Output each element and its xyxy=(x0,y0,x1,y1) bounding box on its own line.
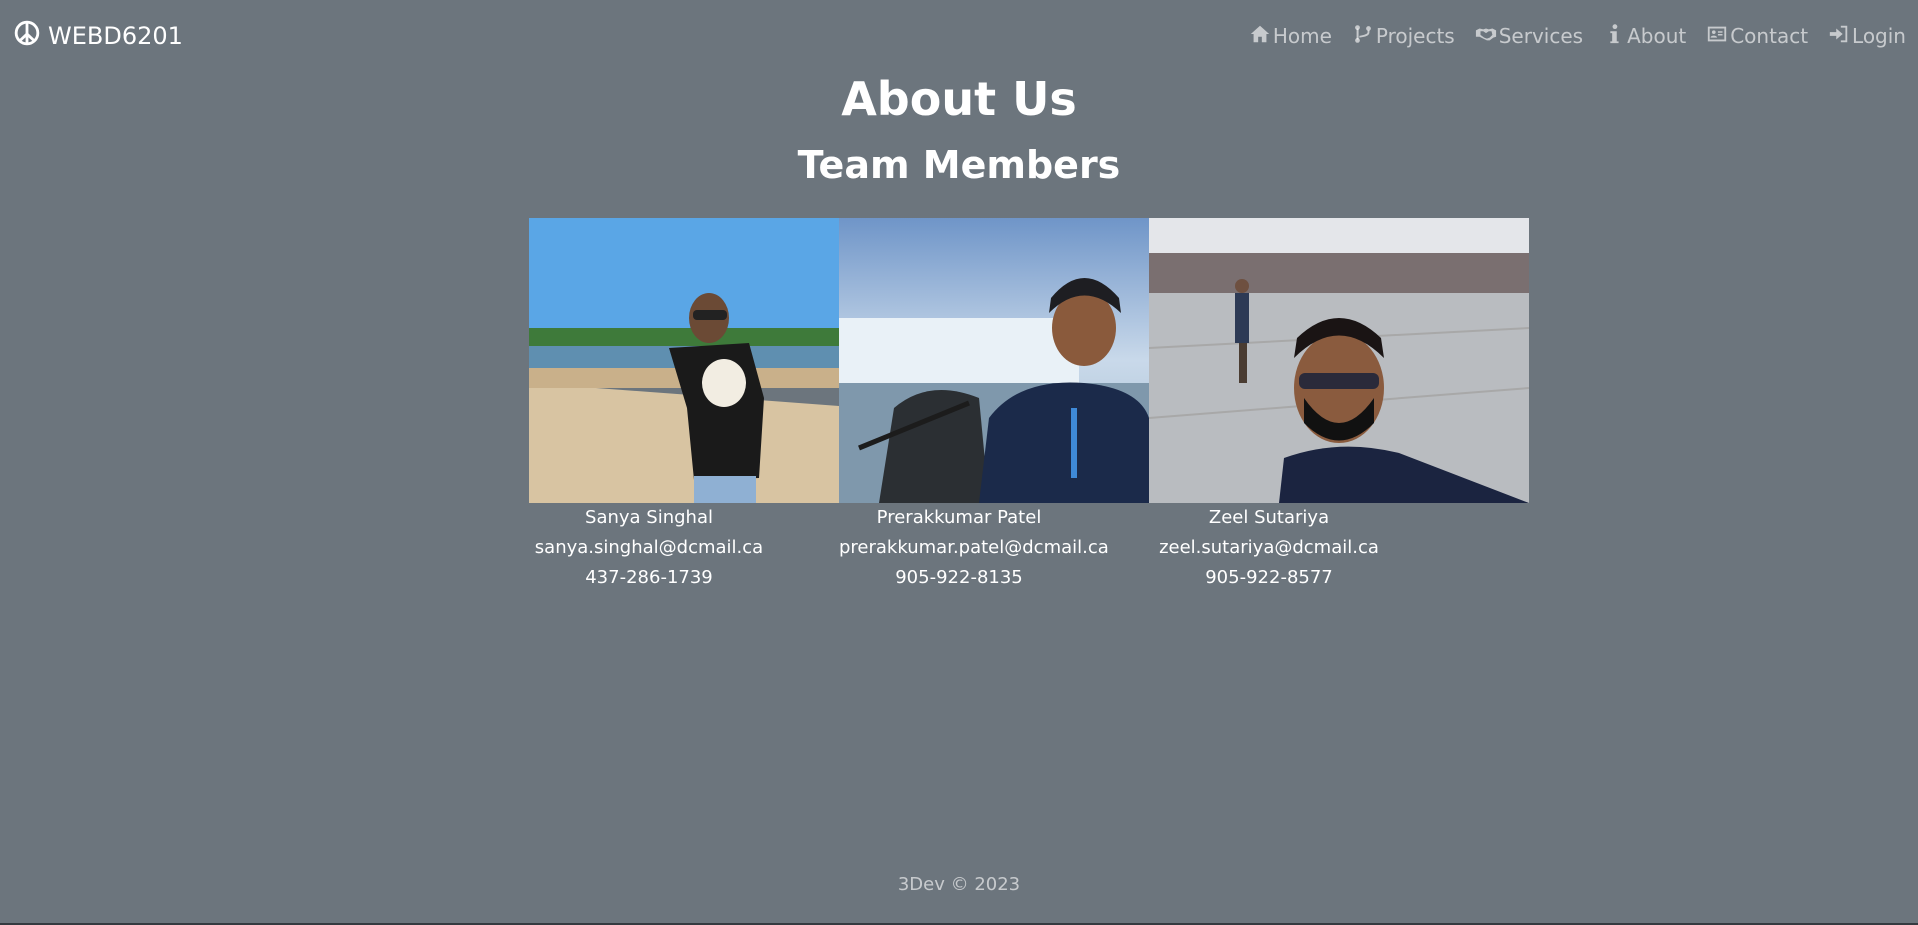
nav-about-label: About xyxy=(1627,24,1687,48)
member-info: Zeel Sutariya zeel.sutariya@dcmail.ca 90… xyxy=(1149,503,1389,593)
member-email: prerakkumar.patel@dcmail.ca xyxy=(839,537,1109,558)
nav-home-label: Home xyxy=(1272,24,1332,48)
brand-label: WEBD6201 xyxy=(48,22,183,50)
member-phone: 905-922-8135 xyxy=(895,567,1023,588)
handshake-icon xyxy=(1475,23,1497,50)
member-photo xyxy=(529,218,839,503)
contact-card-icon xyxy=(1706,23,1728,50)
member-name: Zeel Sutariya xyxy=(1208,507,1330,528)
nav-services-label: Services xyxy=(1498,24,1584,48)
footer: 3Dev © 2023 xyxy=(0,874,1918,895)
section-title: Team Members xyxy=(797,143,1121,187)
member-card: Zeel Sutariya zeel.sutariya@dcmail.ca 90… xyxy=(1149,218,1529,593)
nav-login-link[interactable]: Login xyxy=(1828,23,1906,50)
nav-contact-link[interactable]: Contact xyxy=(1706,23,1808,50)
member-name: Prerakkumar Patel xyxy=(876,507,1042,528)
member-phone: 437-286-1739 xyxy=(585,567,713,588)
member-card: Sanya Singhal sanya.singhal@dcmail.ca 43… xyxy=(529,218,839,593)
member-photo xyxy=(1149,218,1529,503)
info-icon xyxy=(1603,23,1625,50)
nav-projects-link[interactable]: Projects xyxy=(1352,23,1455,50)
member-email: sanya.singhal@dcmail.ca xyxy=(534,537,764,558)
navbar: WEBD6201 Home Projects Services About Co… xyxy=(0,0,1918,72)
sign-in-icon xyxy=(1828,23,1850,50)
code-branch-icon xyxy=(1352,23,1374,50)
nav-contact-label: Contact xyxy=(1730,24,1809,48)
page-title: About Us xyxy=(841,72,1077,126)
footer-text: 3Dev © 2023 xyxy=(897,874,1021,895)
team-members: Sanya Singhal sanya.singhal@dcmail.ca 43… xyxy=(529,218,1529,598)
nav-login-label: Login xyxy=(1852,24,1906,48)
member-info: Sanya Singhal sanya.singhal@dcmail.ca 43… xyxy=(529,503,769,593)
member-email: zeel.sutariya@dcmail.ca xyxy=(1159,537,1379,558)
nav-links: Home Projects Services About Contact Log… xyxy=(1249,23,1906,50)
nav-services-link[interactable]: Services xyxy=(1475,23,1583,50)
member-info: Prerakkumar Patel prerakkumar.patel@dcma… xyxy=(839,503,1109,593)
nav-home-link[interactable]: Home xyxy=(1249,23,1332,50)
house-icon xyxy=(1249,23,1271,50)
member-name: Sanya Singhal xyxy=(585,507,713,528)
nav-projects-label: Projects xyxy=(1375,24,1455,48)
peace-icon xyxy=(14,20,40,52)
member-phone: 905-922-8577 xyxy=(1205,567,1333,588)
brand-link[interactable]: WEBD6201 xyxy=(14,20,183,52)
member-card: Prerakkumar Patel prerakkumar.patel@dcma… xyxy=(839,218,1149,593)
member-photo xyxy=(839,218,1149,503)
nav-about-link[interactable]: About xyxy=(1603,23,1686,50)
